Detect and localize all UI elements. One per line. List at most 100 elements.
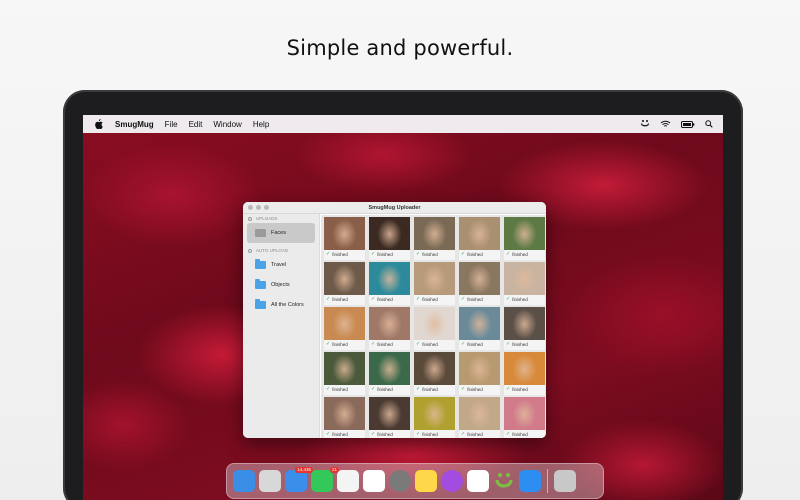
app-menu-smugmug[interactable]: SmugMug	[115, 120, 154, 129]
upload-status: ✓ finished	[414, 250, 455, 258]
status-label: finished	[332, 386, 348, 392]
upload-status: ✓ finished	[324, 340, 365, 348]
uploads-header-label: UPLOADS	[256, 216, 278, 221]
headline: Simple and powerful.	[286, 36, 514, 60]
checkmark-icon: ✓	[371, 431, 376, 437]
folder-icon	[255, 259, 266, 269]
finder-icon[interactable]	[233, 470, 255, 492]
photo-tile[interactable]: ✓ finished	[324, 397, 365, 438]
photo-tile[interactable]: ✓ finished	[504, 352, 545, 395]
sidebar-item-label: Travel	[271, 262, 287, 268]
wifi-icon[interactable]	[660, 120, 671, 128]
news-icon[interactable]	[467, 470, 489, 492]
photo-tile[interactable]: ✓ finished	[504, 397, 545, 438]
photo-tile[interactable]: ✓ finished	[459, 352, 500, 395]
menu-file[interactable]: File	[165, 120, 178, 129]
photo-tile[interactable]: ✓ finished	[459, 397, 500, 438]
photo-thumbnail	[414, 352, 455, 385]
checkmark-icon: ✓	[371, 341, 376, 347]
photo-thumbnail	[324, 217, 365, 250]
uploads-section-icon	[248, 217, 252, 221]
system-preferences-icon[interactable]	[389, 470, 411, 492]
status-label: finished	[467, 341, 483, 347]
reminders-icon[interactable]	[363, 470, 385, 492]
photo-tile[interactable]: ✓ finished	[369, 352, 410, 395]
checkmark-icon: ✓	[416, 386, 421, 392]
photo-tile[interactable]: ✓ finished	[504, 217, 545, 260]
faces-thumbnail-icon	[255, 229, 266, 237]
menu-edit[interactable]: Edit	[189, 120, 203, 129]
photo-tile[interactable]: ✓ finished	[414, 397, 455, 438]
upload-status: ✓ finished	[414, 295, 455, 303]
photo-tile[interactable]: ✓ finished	[369, 307, 410, 350]
notes-icon[interactable]	[415, 470, 437, 492]
photo-tile[interactable]: ✓ finished	[504, 262, 545, 305]
zoom-button[interactable]	[264, 205, 269, 210]
photo-tile[interactable]: ✓ finished	[459, 307, 500, 350]
podcasts-icon[interactable]	[441, 470, 463, 492]
photo-thumbnail	[369, 262, 410, 295]
sidebar-item-all-the-colors[interactable]: All the Colors	[247, 295, 315, 315]
mail-icon[interactable]: 14,436	[285, 467, 313, 492]
upload-status: ✓ finished	[504, 430, 545, 438]
upload-status: ✓ finished	[324, 250, 365, 258]
photo-tile[interactable]: ✓ finished	[414, 262, 455, 305]
sidebar-item-label: All the Colors	[271, 302, 304, 308]
notification-badge: 14,436	[295, 467, 313, 473]
upload-status: ✓ finished	[369, 430, 410, 438]
photo-tile[interactable]: ✓ finished	[369, 217, 410, 260]
sidebar-item-objects[interactable]: Objects	[247, 275, 315, 295]
smugmug-icon[interactable]	[493, 470, 515, 492]
photo-thumbnail	[504, 397, 545, 430]
photo-tile[interactable]: ✓ finished	[324, 217, 365, 260]
photo-tile[interactable]: ✓ finished	[369, 262, 410, 305]
upload-status: ✓ finished	[369, 295, 410, 303]
menu-help[interactable]: Help	[253, 120, 269, 129]
status-label: finished	[512, 341, 528, 347]
photo-tile[interactable]: ✓ finished	[414, 307, 455, 350]
launchpad-icon[interactable]	[259, 470, 281, 492]
upload-status: ✓ finished	[459, 340, 500, 348]
smugmug-status-icon[interactable]	[640, 119, 650, 129]
sidebar-item-faces[interactable]: Faces	[247, 223, 315, 243]
menu-window[interactable]: Window	[213, 120, 241, 129]
photo-thumbnail	[324, 352, 365, 385]
folder-icon	[255, 279, 266, 289]
checkmark-icon: ✓	[461, 341, 466, 347]
status-label: finished	[467, 386, 483, 392]
battery-icon[interactable]	[681, 120, 695, 128]
photo-thumbnail	[414, 217, 455, 250]
search-icon[interactable]	[705, 120, 713, 128]
photo-tile[interactable]: ✓ finished	[459, 262, 500, 305]
photo-tile[interactable]: ✓ finished	[504, 307, 545, 350]
photo-tile[interactable]: ✓ finished	[414, 352, 455, 395]
app-store-icon[interactable]	[519, 470, 541, 492]
checkmark-icon: ✓	[371, 251, 376, 257]
photo-tile[interactable]: ✓ finished	[459, 217, 500, 260]
photo-thumbnail	[414, 397, 455, 430]
apple-menu-icon[interactable]	[91, 117, 105, 131]
upload-status: ✓ finished	[369, 340, 410, 348]
checkmark-icon: ✓	[416, 341, 421, 347]
photo-tile[interactable]: ✓ finished	[369, 397, 410, 438]
photo-tile[interactable]: ✓ finished	[324, 352, 365, 395]
photo-tile[interactable]: ✓ finished	[324, 307, 365, 350]
close-button[interactable]	[248, 205, 253, 210]
sidebar: UPLOADS Faces AUTO UPLOAD Travel Objects	[243, 214, 320, 438]
photos-icon[interactable]	[337, 470, 359, 492]
folder-icon	[255, 299, 266, 309]
upload-status: ✓ finished	[459, 430, 500, 438]
messages-icon[interactable]: 21	[311, 467, 339, 492]
upload-status: ✓ finished	[324, 430, 365, 438]
photo-tile[interactable]: ✓ finished	[414, 217, 455, 260]
sidebar-item-travel[interactable]: Travel	[247, 255, 315, 275]
status-area	[640, 119, 713, 129]
photo-tile[interactable]: ✓ finished	[324, 262, 365, 305]
trash-icon[interactable]	[554, 470, 576, 492]
photo-thumbnail	[459, 352, 500, 385]
menu-bar: SmugMug File Edit Window Help	[83, 115, 723, 133]
auto-upload-section-icon	[248, 249, 252, 253]
checkmark-icon: ✓	[461, 251, 466, 257]
auto-upload-section-header: AUTO UPLOAD	[243, 246, 319, 255]
minimize-button[interactable]	[256, 205, 261, 210]
